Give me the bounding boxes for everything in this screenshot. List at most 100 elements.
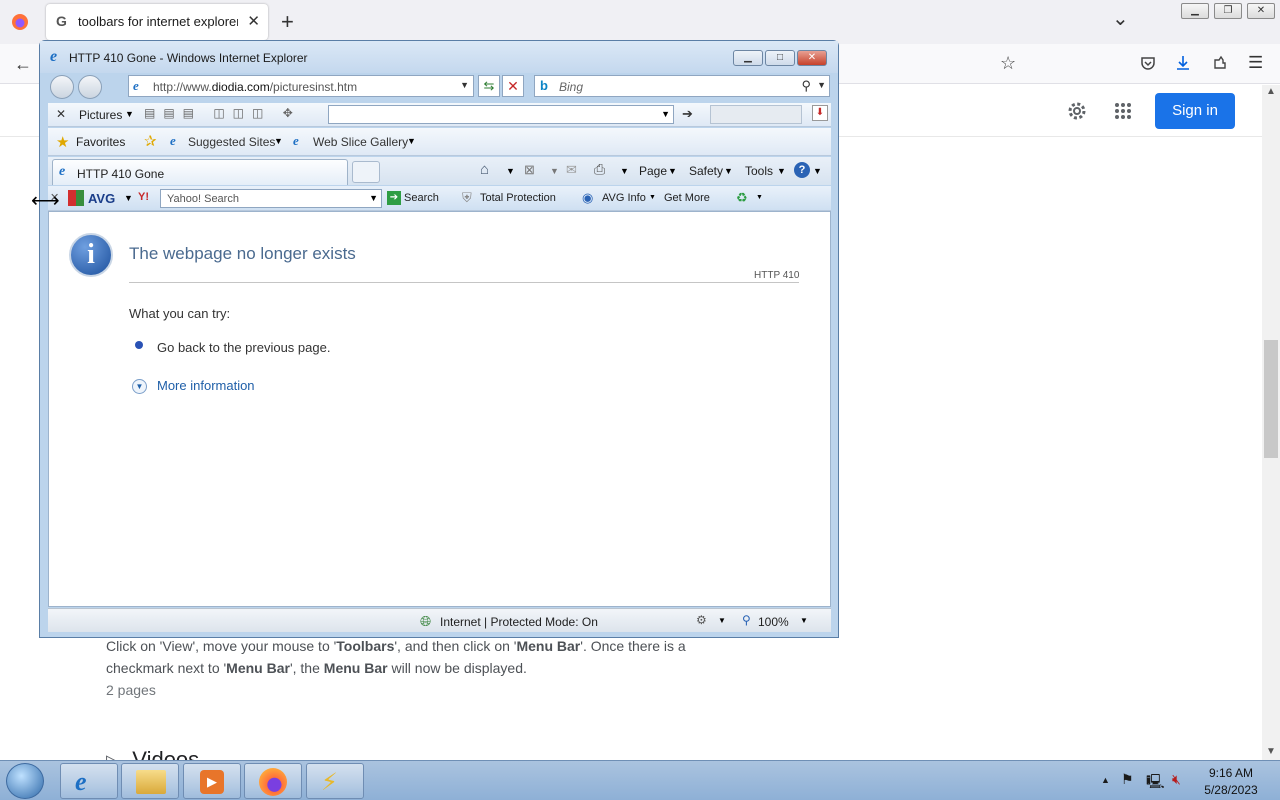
google-apps-icon[interactable] <box>1113 101 1133 121</box>
avg-menu[interactable]: AVG <box>88 191 115 206</box>
avg-update-dropdown-icon[interactable]: ▼ <box>756 194 763 201</box>
safety-menu[interactable]: Safety <box>689 164 723 178</box>
ie-title-bar[interactable]: e HTTP 410 Gone - Windows Internet Explo… <box>40 41 838 73</box>
taskbar-media-player-button[interactable]: ▶ <box>183 763 241 799</box>
ie-back-button[interactable] <box>50 75 74 99</box>
pictures-dropdown-icon[interactable]: ▼ <box>125 109 134 119</box>
ie-address-bar[interactable]: e http://www.diodia.com/picturesinst.htm… <box>128 75 474 97</box>
bookmark-star-icon[interactable]: ☆ <box>1000 53 1016 74</box>
volume-muted-icon[interactable]: 🔇︎ <box>1172 771 1181 788</box>
downloads-icon[interactable] <box>1174 54 1192 72</box>
back-arrow-icon[interactable]: ← <box>14 54 32 75</box>
video-icon: ▷ <box>106 751 120 760</box>
tab-close-button[interactable]: ✕ <box>247 12 260 30</box>
pictures-url-combo[interactable]: ▼ <box>328 105 674 124</box>
action-center-flag-icon[interactable]: ⚑ <box>1121 771 1134 788</box>
settings-gear-icon[interactable] <box>1066 100 1088 122</box>
list-all-tabs-button[interactable]: ⌄ <box>1112 6 1129 31</box>
show-hidden-icons[interactable]: ▲ <box>1101 775 1110 785</box>
web-slice-gallery-link[interactable]: Web Slice Gallery <box>313 135 408 149</box>
ie-tab-active[interactable]: e HTTP 410 Gone <box>52 159 348 185</box>
protected-mode-icon[interactable]: ⚙ <box>696 613 707 627</box>
print-icon[interactable]: ⎙ <box>594 161 605 178</box>
help-dropdown-icon[interactable]: ▼ <box>813 166 822 176</box>
taskbar-ie-button[interactable]: e <box>60 763 118 799</box>
toolbar-tool-icons[interactable]: ▤▤▤ ◫◫◫ ✥ <box>144 106 301 120</box>
new-tab-button[interactable]: + <box>281 9 294 35</box>
search-dropdown-icon[interactable]: ▼ <box>817 80 826 90</box>
page-menu[interactable]: Page <box>639 164 667 178</box>
toolbar-close-icon[interactable]: ✕ <box>56 107 66 121</box>
page-dropdown-icon[interactable]: ▼ <box>668 166 677 176</box>
avg-update-icon[interactable]: ♻ <box>736 190 748 206</box>
tools-dropdown-icon[interactable]: ▼ <box>777 166 786 176</box>
clock[interactable]: 9:16 AM 5/28/2023 <box>1196 765 1266 799</box>
pictures-extra-field[interactable] <box>710 105 802 124</box>
avg-dropdown-icon[interactable]: ▼ <box>124 193 133 203</box>
avg-info-menu[interactable]: AVG Info <box>602 192 646 204</box>
zoom-dropdown-icon[interactable]: ▼ <box>800 616 808 625</box>
favorites-button[interactable]: Favorites <box>76 135 125 149</box>
firefox-view-icon[interactable] <box>10 12 30 32</box>
app-menu-icon[interactable]: ☰ <box>1248 53 1263 73</box>
pictures-menu[interactable]: Pictures <box>79 108 122 122</box>
feeds-icon[interactable]: ⊠ <box>524 162 535 178</box>
clock-date: 5/28/2023 <box>1204 783 1258 797</box>
go-arrow-icon[interactable]: ➔ <box>682 106 693 122</box>
taskbar-app-button[interactable]: ⚡︎ <box>306 763 364 799</box>
ie-refresh-icon[interactable]: ⇆ <box>478 75 500 97</box>
ie-stop-icon[interactable]: ✕ <box>502 75 524 97</box>
suggested-dropdown-icon[interactable]: ▼ <box>274 136 283 146</box>
close-window-button[interactable]: ✕ <box>1247 3 1275 19</box>
restore-button[interactable]: ❐ <box>1214 3 1242 19</box>
safety-dropdown-icon[interactable]: ▼ <box>724 166 733 176</box>
feeds-dropdown-icon[interactable]: ▼ <box>550 166 559 176</box>
yahoo-search-box[interactable]: Yahoo! Search ▼ <box>160 189 382 208</box>
browser-tab-title: toolbars for internet explorer - Google <box>78 14 238 29</box>
pocket-icon[interactable] <box>1139 54 1157 72</box>
taskbar-firefox-button[interactable] <box>244 763 302 799</box>
scroll-down-arrow-icon[interactable]: ▼ <box>1266 746 1276 757</box>
zoom-level[interactable]: 100% <box>758 615 789 629</box>
print-dropdown-icon[interactable]: ▼ <box>620 166 629 176</box>
zoom-icon: ⚲ <box>742 613 751 627</box>
help-icon[interactable]: ? <box>794 162 810 178</box>
zone-dropdown-icon[interactable]: ▼ <box>718 616 726 625</box>
taskbar-explorer-button[interactable] <box>121 763 179 799</box>
search-magnifier-icon[interactable]: ⚲ <box>801 78 811 94</box>
page-scrollbar-thumb[interactable] <box>1264 340 1278 458</box>
ie-close-button[interactable]: ✕ <box>797 50 827 66</box>
get-more-button[interactable]: Get More <box>664 192 710 204</box>
avg-info-dropdown-icon[interactable]: ▼ <box>649 194 656 201</box>
address-dropdown-icon[interactable]: ▼ <box>460 80 469 90</box>
home-icon[interactable]: ⌂ <box>480 161 489 178</box>
ie-window-title: HTTP 410 Gone - Windows Internet Explore… <box>69 51 308 65</box>
browser-tab-active[interactable]: G toolbars for internet explorer - Googl… <box>46 4 268 40</box>
ie-forward-button[interactable] <box>78 75 102 99</box>
add-favorite-icon[interactable]: ✰ <box>144 132 157 150</box>
globe-icon: 🌐︎ <box>420 613 432 629</box>
tools-menu[interactable]: Tools <box>745 164 773 178</box>
security-zone[interactable]: Internet | Protected Mode: On <box>440 615 598 629</box>
more-information-link[interactable]: More information <box>157 378 255 393</box>
ie-minimize-button[interactable]: ▁ <box>733 50 763 66</box>
network-icon[interactable]: 🖳︎ <box>1146 771 1165 795</box>
web-slice-dropdown-icon[interactable]: ▼ <box>407 136 416 146</box>
ie-search-box[interactable]: b Bing ⚲ ▼ <box>534 75 830 97</box>
expand-chevron-icon[interactable]: ▼ <box>132 379 147 394</box>
start-button[interactable] <box>6 763 44 799</box>
home-dropdown-icon[interactable]: ▼ <box>506 166 515 176</box>
info-icon: i <box>69 233 113 277</box>
sign-in-button[interactable]: Sign in <box>1155 93 1235 129</box>
ie-maximize-button[interactable]: □ <box>765 50 795 66</box>
ie-new-tab-button[interactable] <box>352 161 380 183</box>
download-red-icon[interactable]: ⬇ <box>812 105 828 121</box>
mail-icon[interactable]: ✉ <box>566 162 577 178</box>
total-protection-button[interactable]: Total Protection <box>480 192 556 204</box>
suggested-sites-link[interactable]: Suggested Sites <box>188 135 275 149</box>
videos-heading: ▷ Videos <box>106 747 246 760</box>
minimize-button[interactable]: ▁ <box>1181 3 1209 19</box>
scroll-up-arrow-icon[interactable]: ▲ <box>1266 86 1276 97</box>
extensions-icon[interactable] <box>1211 54 1229 72</box>
avg-search-button[interactable]: Search <box>404 192 439 204</box>
